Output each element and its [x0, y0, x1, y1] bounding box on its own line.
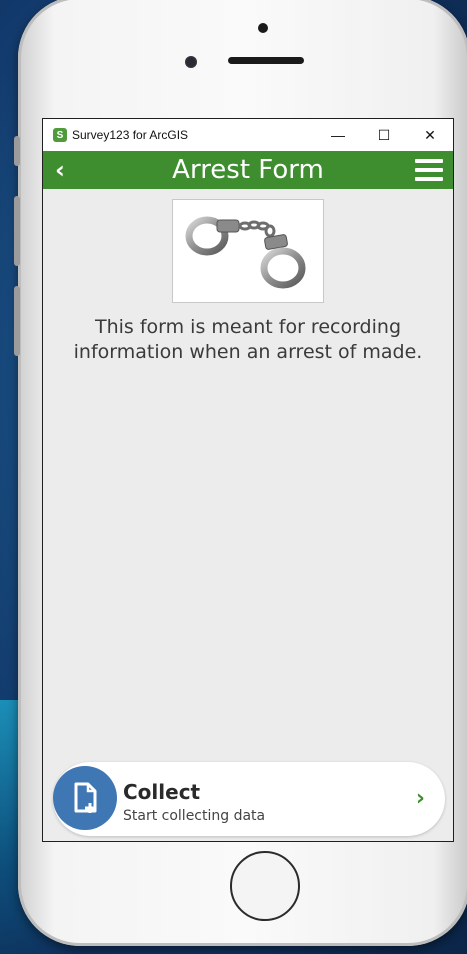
close-button[interactable]: ✕ [407, 119, 453, 151]
chevron-right-icon: › [415, 786, 425, 811]
maximize-button[interactable]: ☐ [361, 119, 407, 151]
collect-button[interactable]: Collect Start collecting data › [53, 762, 445, 836]
app-window: S Survey123 for ArcGIS — ☐ ✕ ‹ Arrest Fo… [42, 118, 454, 842]
earpiece-speaker [228, 57, 304, 64]
collect-subtitle: Start collecting data [123, 808, 266, 824]
new-document-icon [53, 766, 117, 830]
proximity-sensor [185, 56, 197, 68]
page-title: Arrest Form [172, 155, 324, 185]
mute-switch [14, 136, 20, 166]
app-header: ‹ Arrest Form [43, 151, 453, 189]
form-description: This form is meant for recording informa… [73, 316, 423, 363]
front-camera [258, 23, 268, 33]
volume-up-button [14, 196, 20, 266]
home-button[interactable] [230, 851, 300, 921]
window-titlebar: S Survey123 for ArcGIS — ☐ ✕ [43, 119, 453, 151]
window-title: Survey123 for ArcGIS [72, 128, 189, 142]
minimize-button[interactable]: — [315, 119, 361, 151]
window-controls: — ☐ ✕ [315, 119, 453, 151]
hamburger-menu-icon[interactable] [415, 159, 443, 181]
survey123-app-icon: S [53, 128, 67, 142]
form-thumbnail-image [172, 199, 324, 303]
collect-title: Collect [123, 780, 201, 804]
volume-down-button [14, 286, 20, 356]
handcuffs-icon [185, 216, 306, 289]
